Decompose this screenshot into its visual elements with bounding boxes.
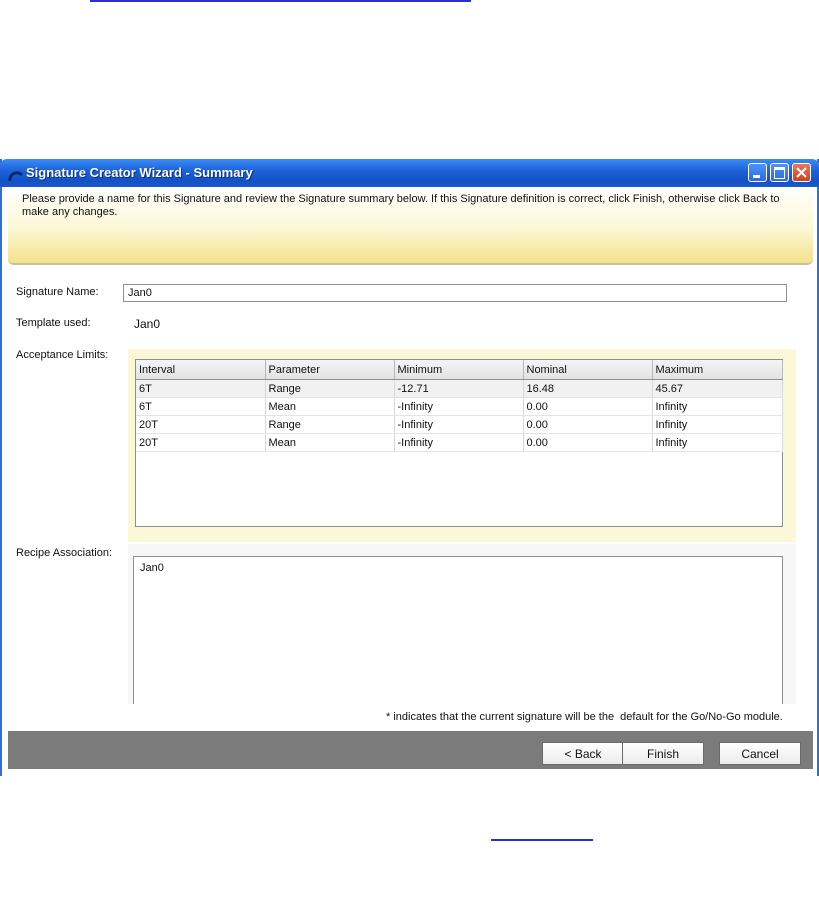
cell-maximum: Infinity: [652, 415, 783, 434]
cell-interval: 20T: [136, 433, 266, 452]
title-bar[interactable]: Signature Creator Wizard - Summary: [0, 159, 819, 187]
table-row[interactable]: 6T Range -12.71 16.48 45.67: [136, 379, 783, 398]
signature-name-label: Signature Name:: [16, 286, 99, 298]
window-title: Signature Creator Wizard - Summary: [26, 165, 253, 180]
acceptance-limits-panel: Interval Parameter Minimum Nominal Maxim…: [128, 349, 796, 542]
cell-maximum: Infinity: [652, 433, 783, 452]
cell-nominal: 0.00: [523, 397, 653, 416]
recipe-association-label: Recipe Association:: [16, 547, 112, 559]
finish-button[interactable]: Finish: [622, 742, 704, 765]
cell-minimum: -Infinity: [394, 415, 524, 434]
cell-interval: 20T: [136, 415, 266, 434]
acceptance-limits-label: Acceptance Limits:: [16, 349, 109, 361]
table-row[interactable]: 20T Range -Infinity 0.00 Infinity: [136, 415, 783, 434]
signature-name-input[interactable]: [123, 284, 787, 302]
cell-parameter: Mean: [265, 397, 395, 416]
close-icon[interactable]: [792, 163, 811, 182]
button-bar: < Back Finish Cancel: [8, 731, 813, 769]
cell-minimum: -12.71: [394, 379, 524, 398]
cell-maximum: 45.67: [652, 379, 783, 398]
cell-minimum: -Infinity: [394, 397, 524, 416]
cell-parameter: Mean: [265, 433, 395, 452]
cell-parameter: Range: [265, 415, 395, 434]
column-header-minimum[interactable]: Minimum: [394, 360, 524, 380]
maximize-icon[interactable]: [770, 163, 789, 182]
back-button[interactable]: < Back: [542, 742, 624, 765]
table-row[interactable]: 6T Mean -Infinity 0.00 Infinity: [136, 397, 783, 416]
cell-nominal: 16.48: [523, 379, 653, 398]
wizard-window: Signature Creator Wizard - Summary Pleas…: [0, 159, 819, 776]
acceptance-limits-grid[interactable]: Interval Parameter Minimum Nominal Maxim…: [135, 359, 783, 527]
cell-interval: 6T: [136, 379, 266, 398]
table-header-row: Interval Parameter Minimum Nominal Maxim…: [136, 360, 783, 380]
list-item[interactable]: Jan0: [140, 562, 164, 574]
recipe-association-panel: Jan0: [128, 544, 796, 704]
template-used-label: Template used:: [16, 317, 91, 329]
template-used-value: Jan0: [134, 317, 161, 331]
cell-minimum: -Infinity: [394, 433, 524, 452]
cell-nominal: 0.00: [523, 415, 653, 434]
column-header-nominal[interactable]: Nominal: [523, 360, 653, 380]
cell-nominal: 0.00: [523, 433, 653, 452]
column-header-interval[interactable]: Interval: [136, 360, 266, 380]
bottom-hyperlink-underline[interactable]: [491, 839, 593, 841]
table-row[interactable]: 20T Mean -Infinity 0.00 Infinity: [136, 433, 783, 452]
app-icon: [8, 167, 24, 183]
column-header-parameter[interactable]: Parameter: [265, 360, 395, 380]
minimize-icon[interactable]: [748, 163, 767, 182]
recipe-association-list[interactable]: Jan0: [133, 556, 783, 704]
instructions-text: Please provide a name for this Signature…: [22, 193, 780, 218]
cell-interval: 6T: [136, 397, 266, 416]
instruction-banner: Please provide a name for this Signature…: [8, 187, 813, 265]
cell-parameter: Range: [265, 379, 395, 398]
default-signature-footnote: * indicates that the current signature w…: [386, 711, 783, 723]
cancel-button[interactable]: Cancel: [719, 742, 801, 765]
top-hyperlink-underline[interactable]: [90, 0, 471, 2]
column-header-maximum[interactable]: Maximum: [652, 360, 783, 380]
cell-maximum: Infinity: [652, 397, 783, 416]
